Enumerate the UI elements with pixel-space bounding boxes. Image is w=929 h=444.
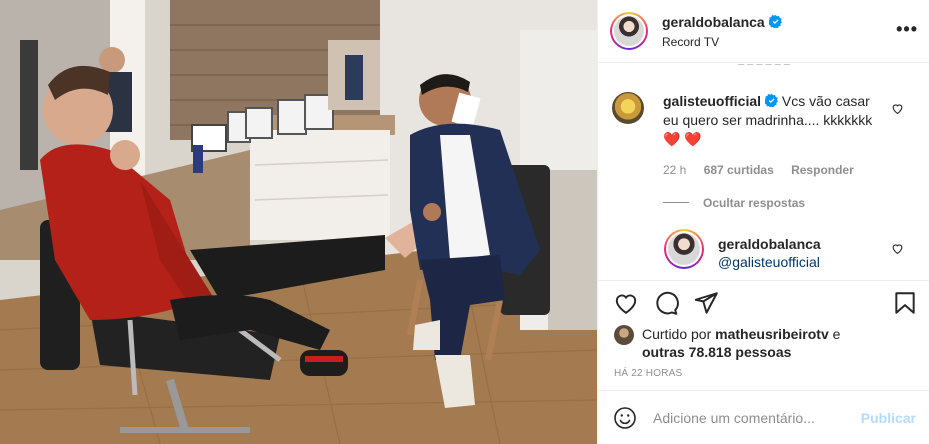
more-options-icon[interactable]: •••	[896, 20, 918, 38]
post-header: geraldobalanca Record TV •••	[598, 0, 929, 63]
post-photo-illustration	[0, 0, 597, 444]
publish-button[interactable]: Publicar	[861, 410, 916, 426]
like-heart-icon[interactable]	[613, 290, 639, 316]
comment-age[interactable]: 22 h	[663, 163, 686, 177]
post-sidebar: geraldobalanca Record TV ••• – – – – – –…	[597, 0, 929, 444]
comment-body: galisteuofficial Vcs vão casar eu quero …	[663, 92, 883, 149]
reply-mention-link[interactable]: @galisteuofficial	[718, 254, 820, 270]
liked-by-text: Curtido por matheusribeirotv e outras 78…	[642, 325, 862, 361]
reply-button[interactable]: Responder	[791, 163, 854, 177]
comment-like-heart-icon[interactable]	[891, 102, 904, 115]
red-heart-emoji: ❤️	[684, 131, 702, 147]
comments-section: – – – – – – galisteuofficial Vcs vão cas…	[598, 64, 929, 279]
other-likers-link[interactable]: outras 78.818 pessoas	[642, 344, 791, 360]
comment-likes-count[interactable]: 687 curtidas	[704, 163, 774, 177]
commenter-avatar[interactable]	[612, 92, 644, 124]
liked-by-prefix: Curtido por	[642, 326, 712, 342]
reply-author-avatar[interactable]	[664, 229, 704, 269]
liked-by-conjunction: e	[832, 326, 841, 342]
add-comment-bar: Publicar	[598, 390, 929, 444]
red-heart-emoji: ❤️	[663, 131, 681, 147]
author-username-row[interactable]: geraldobalanca	[662, 14, 782, 30]
liker-avatar[interactable]	[614, 325, 634, 345]
author-username[interactable]: geraldobalanca	[662, 14, 765, 30]
verified-badge-icon	[765, 94, 779, 107]
post-actions: Curtido por matheusribeirotv e outras 78…	[598, 280, 929, 390]
first-liker-username[interactable]: matheusribeirotv	[715, 326, 829, 342]
post-timestamp[interactable]: HÁ 22 HORAS	[614, 368, 682, 379]
comment-bubble-icon[interactable]	[653, 290, 679, 316]
hide-replies-button[interactable]: Ocultar respostas	[703, 196, 805, 210]
comment-meta: 22 h 687 curtidas Responder	[663, 163, 868, 177]
author-avatar[interactable]	[610, 12, 648, 50]
commenter-username[interactable]: galisteuofficial	[663, 93, 761, 109]
hide-replies-divider	[663, 202, 689, 203]
comment-input[interactable]	[653, 408, 853, 428]
emoji-smile-icon[interactable]	[613, 406, 637, 430]
share-paper-plane-icon[interactable]	[693, 290, 719, 316]
save-bookmark-icon[interactable]	[892, 290, 918, 316]
reply-like-heart-icon[interactable]	[891, 242, 904, 255]
reply-author-username[interactable]: geraldobalanca	[718, 236, 821, 252]
post-location[interactable]: Record TV	[662, 35, 719, 49]
truncated-previous-line: – – – – – –	[738, 64, 790, 70]
post-photo[interactable]	[0, 0, 597, 444]
verified-badge-icon	[768, 15, 782, 28]
